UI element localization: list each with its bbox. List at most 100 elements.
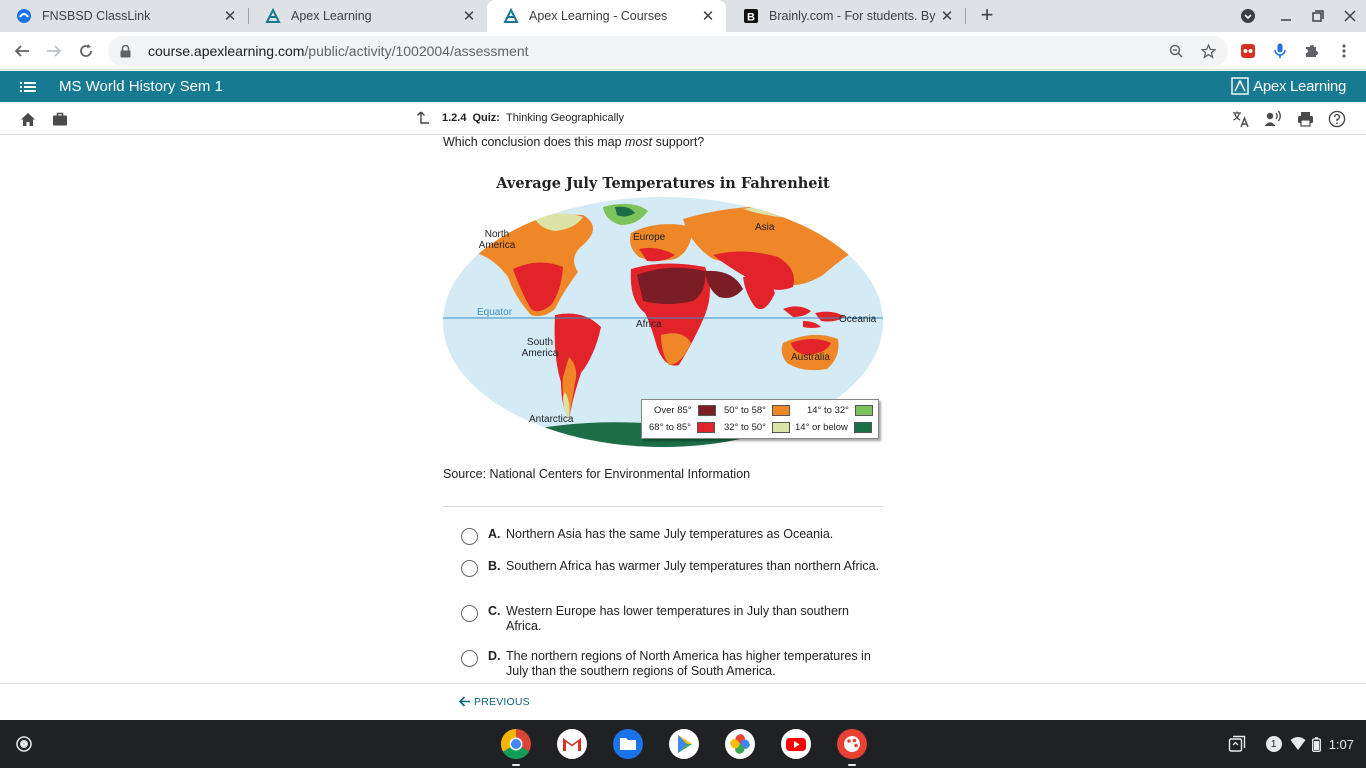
activity-toolbar: 1.2.4 Quiz: Thinking Geographically <box>0 102 1366 135</box>
assessment-content: Which conclusion does this map most supp… <box>0 135 1366 683</box>
choice-letter: A. <box>488 527 501 541</box>
apex-icon <box>503 8 519 24</box>
radio-button[interactable] <box>461 528 478 545</box>
browser-tab-strip: FNSBSD ClassLink ✕ Apex Learning ✕ Apex … <box>0 0 1366 32</box>
course-header: MS World History Sem 1 Apex Learning <box>0 71 1366 102</box>
apex-logo-icon <box>1231 77 1249 95</box>
close-tab-icon[interactable]: ✕ <box>939 8 955 25</box>
question-text-end: support? <box>652 135 705 149</box>
extensions-puzzle-icon[interactable] <box>1304 43 1320 59</box>
close-tab-icon[interactable]: ✕ <box>222 8 238 25</box>
radio-button[interactable] <box>461 650 478 667</box>
divider <box>443 506 883 507</box>
legend-item: Over 85° <box>654 405 716 416</box>
answer-choice-a[interactable]: A. Northern Asia has the same July tempe… <box>461 527 881 545</box>
previous-button[interactable]: PREVIOUS <box>458 695 530 708</box>
art-icon[interactable] <box>836 728 868 760</box>
browser-toolbar: course.apexlearning.com/public/activity/… <box>0 32 1366 70</box>
url-path: /public/activity/1002004/assessment <box>304 43 529 59</box>
legend-item: 50° to 58° <box>724 405 790 416</box>
choice-letter: D. <box>488 649 501 663</box>
activity-kind: Quiz: <box>472 112 500 124</box>
briefcase-icon[interactable] <box>51 110 69 128</box>
close-window-icon[interactable] <box>1334 0 1366 32</box>
tab-apex-courses[interactable]: Apex Learning - Courses ✕ <box>487 0 726 32</box>
tab-title: Apex Learning - Courses <box>529 9 668 23</box>
apex-logo: Apex Learning <box>1231 77 1346 95</box>
launcher-icon[interactable] <box>8 728 40 760</box>
label-australia: Australia <box>791 352 830 363</box>
legend-swatch <box>771 422 790 433</box>
legend-label: 14° to 32° <box>807 405 849 416</box>
close-tab-icon[interactable]: ✕ <box>461 8 477 25</box>
notification-count[interactable]: 1 <box>1265 736 1282 752</box>
question-text: Which conclusion does this map <box>443 135 626 149</box>
running-indicator <box>848 764 856 766</box>
course-menu-icon[interactable] <box>20 79 38 95</box>
label-north-america: North America <box>478 229 516 251</box>
bookmark-star-icon[interactable] <box>1200 43 1216 59</box>
reload-icon[interactable] <box>72 37 100 65</box>
radio-button[interactable] <box>461 560 478 577</box>
up-level-icon[interactable] <box>416 111 430 125</box>
zoom-icon[interactable] <box>1168 43 1184 59</box>
answer-choice-b[interactable]: B. Southern Africa has warmer July tempe… <box>461 559 881 577</box>
translate-icon[interactable] <box>1232 110 1250 128</box>
print-icon[interactable] <box>1296 110 1314 128</box>
activity-number: 1.2.4 <box>442 112 467 124</box>
screenshot-tool-icon[interactable] <box>1228 735 1246 753</box>
legend-label: 50° to 58° <box>724 405 766 416</box>
legend-swatch <box>697 405 716 416</box>
play-store-icon[interactable] <box>668 728 700 760</box>
text-to-speech-icon[interactable] <box>1264 110 1282 128</box>
restore-icon[interactable] <box>1302 0 1334 32</box>
microphone-icon[interactable] <box>1272 43 1288 59</box>
tab-classlink[interactable]: FNSBSD ClassLink ✕ <box>0 0 248 32</box>
forward-arrow-icon[interactable] <box>40 37 68 65</box>
chrome-icon[interactable] <box>500 728 532 760</box>
more-menu-icon[interactable] <box>1336 43 1352 59</box>
home-icon[interactable] <box>19 110 37 128</box>
system-tray[interactable]: 1 1:07 <box>1228 729 1354 759</box>
apex-icon <box>265 8 281 24</box>
running-indicator <box>512 764 520 766</box>
lock-icon[interactable] <box>120 44 134 58</box>
map-title: Average July Temperatures in Fahrenheit <box>496 175 830 192</box>
address-bar[interactable]: course.apexlearning.com/public/activity/… <box>108 36 1228 66</box>
choice-text: Northern Asia has the same July temperat… <box>506 527 834 541</box>
new-tab-button[interactable]: + <box>975 4 999 28</box>
classlink-icon <box>16 8 32 24</box>
close-tab-icon[interactable]: ✕ <box>700 8 716 25</box>
wifi-icon <box>1290 737 1306 750</box>
back-arrow-icon[interactable] <box>8 37 36 65</box>
minimize-icon[interactable] <box>1270 0 1302 32</box>
legend-item: 68° to 85° <box>649 422 715 433</box>
choice-letter: B. <box>488 559 501 573</box>
question-emphasis: most <box>625 135 653 149</box>
files-icon[interactable] <box>612 728 644 760</box>
youtube-icon[interactable] <box>780 728 812 760</box>
legend-label: Over 85° <box>654 405 692 416</box>
temperature-map: Average July Temperatures in Fahrenheit <box>443 172 883 447</box>
legend-swatch <box>771 405 790 416</box>
os-shelf: 1 1:07 <box>0 720 1366 768</box>
legend-label: 14° or below <box>795 422 848 433</box>
sahara-hot-zone <box>637 267 706 304</box>
url-host: course.apexlearning.com <box>148 43 305 59</box>
tab-brainly[interactable]: B Brainly.com - For students. By st ✕ <box>727 0 965 32</box>
answer-choice-c[interactable]: C. Western Europe has lower temperatures… <box>461 604 881 634</box>
choice-text: Western Europe has lower temperatures in… <box>506 604 850 633</box>
photos-icon[interactable] <box>724 728 756 760</box>
radio-button[interactable] <box>461 605 478 622</box>
tab-apex-learning[interactable]: Apex Learning ✕ <box>249 0 487 32</box>
map-legend: Over 85° 68° to 85° 50° to 58° 32° to 50… <box>641 399 879 439</box>
answer-choice-d[interactable]: D. The northern regions of North America… <box>461 649 881 679</box>
extension-red-icon[interactable] <box>1240 43 1256 59</box>
legend-item: 32° to 50° <box>724 422 790 433</box>
legend-item: 14° to 32° <box>807 405 873 416</box>
tab-search-icon[interactable] <box>1232 0 1264 32</box>
gmail-icon[interactable] <box>556 728 588 760</box>
tab-title: Brainly.com - For students. By st <box>769 9 939 23</box>
tab-divider <box>965 8 966 24</box>
help-icon[interactable] <box>1328 110 1346 128</box>
